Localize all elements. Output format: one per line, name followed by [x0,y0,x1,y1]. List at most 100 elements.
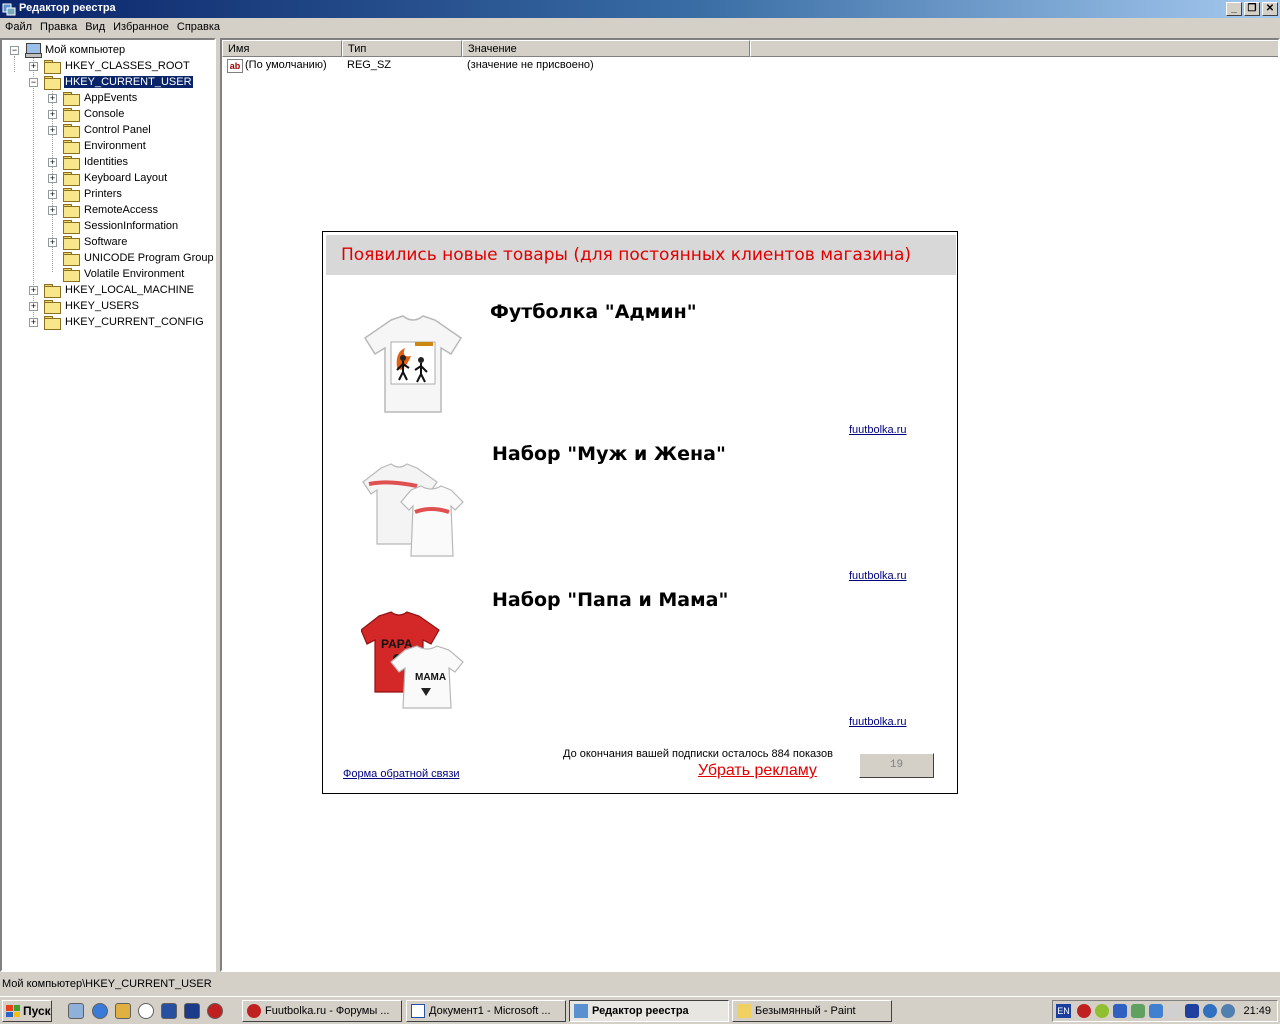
tray-network-icon[interactable] [1113,1004,1127,1018]
task-label: Редактор реестра [592,1005,689,1017]
expand-icon[interactable]: + [29,301,38,311]
tree-item-appevents[interactable]: + AppEvents [48,90,138,106]
expand-icon[interactable]: + [48,173,57,183]
language-indicator[interactable]: EN [1056,1004,1071,1018]
task-opera-forum[interactable]: Fuutbolka.ru - Форумы ... [242,1000,402,1022]
tree-label: HKEY_CURRENT_CONFIG [65,316,204,328]
task-regedit[interactable]: Редактор реестра [569,1000,729,1022]
product-title[interactable]: Набор "Муж и Жена" [492,443,726,465]
tray-display-icon[interactable] [1149,1004,1163,1018]
expand-icon[interactable]: + [48,93,57,103]
tree-item-console[interactable]: + Console [48,106,125,122]
restore-button[interactable]: ❐ [1244,2,1260,16]
menu-edit[interactable]: Правка [38,18,83,38]
tray-info-icon[interactable] [1203,1004,1217,1018]
expand-icon[interactable]: + [29,285,38,295]
folder-icon [63,204,80,218]
value-type: REG_SZ [347,59,392,71]
tree-item-printers[interactable]: + Printers [48,186,123,202]
tree-item-control-panel[interactable]: + Control Panel [48,122,152,138]
menu-bar: Файл Правка Вид Избранное Справка [0,18,1280,38]
feedback-form-link[interactable]: Форма обратной связи [343,768,460,780]
column-header-value[interactable]: Значение [462,40,750,57]
task-paint[interactable]: Безымянный - Paint [732,1000,892,1022]
taskbar: Пуск Fuutbolka.ru - Форумы ... Документ1… [0,996,1280,1024]
tree-item-hkey-current-user[interactable]: − HKEY_CURRENT_USER [29,74,194,90]
tree-item-volatile-environment[interactable]: Volatile Environment [48,266,185,282]
menu-favorites[interactable]: Избранное [111,18,175,38]
quicklaunch-ie-icon[interactable] [92,1003,108,1019]
task-word-document[interactable]: Документ1 - Microsoft ... [406,1000,566,1022]
folder-icon [63,156,80,170]
expand-icon[interactable]: + [48,237,57,247]
folder-icon [63,124,80,138]
tree-item-environment[interactable]: Environment [48,138,147,154]
folder-icon [63,236,80,250]
tree-label: Мой компьютер [45,44,126,56]
column-header-type[interactable]: Тип [342,40,462,57]
string-value-icon: ab [227,59,243,73]
system-tray: EN 21:49 [1052,1000,1278,1022]
tree-item-sessioninformation[interactable]: SessionInformation [48,218,179,234]
tray-bluetooth-icon[interactable] [1185,1004,1199,1018]
quicklaunch-save-icon[interactable] [184,1003,200,1019]
registry-tree[interactable]: − Мой компьютер + HKEY_CLASSES_ROOT − HK… [0,38,216,972]
expand-icon[interactable]: + [48,189,57,199]
tree-label: HKEY_CLASSES_ROOT [65,60,190,72]
folder-icon [44,60,61,74]
quicklaunch-word-icon[interactable] [161,1003,177,1019]
product-title[interactable]: Набор "Папа и Мама" [492,589,728,611]
tree-item-hkey-local-machine[interactable]: + HKEY_LOCAL_MACHINE [29,282,195,298]
collapse-icon[interactable]: − [29,77,38,87]
close-button[interactable]: ✕ [1262,2,1278,16]
tray-update-icon[interactable] [1221,1004,1235,1018]
start-button[interactable]: Пуск [2,1000,52,1022]
expand-icon[interactable]: + [48,109,57,119]
tray-opera-icon[interactable] [1077,1004,1091,1018]
shop-link[interactable]: fuutbolka.ru [849,570,906,582]
tray-app-icon[interactable] [1131,1004,1145,1018]
quicklaunch-opera-icon[interactable] [207,1003,223,1019]
menu-help[interactable]: Справка [175,18,226,38]
remove-ad-link[interactable]: Убрать рекламу [698,762,817,780]
clock[interactable]: 21:49 [1243,1005,1271,1017]
tree-label: Keyboard Layout [84,172,168,184]
tree-item-hkey-current-config[interactable]: + HKEY_CURRENT_CONFIG [29,314,205,330]
expand-icon[interactable]: + [48,157,57,167]
expand-icon[interactable]: + [29,61,38,71]
quicklaunch-explorer-icon[interactable] [68,1003,84,1019]
product-title[interactable]: Футболка "Админ" [490,301,697,323]
tree-item-my-computer[interactable]: − Мой компьютер [10,42,126,58]
status-bar: Мой компьютер\HKEY_CURRENT_USER [0,976,1280,994]
tshirt-admin-image[interactable] [361,312,465,416]
column-header-name[interactable]: Имя [222,40,342,57]
tree-item-hkey-users[interactable]: + HKEY_USERS [29,298,140,314]
task-label: Документ1 - Microsoft ... [429,1005,551,1017]
value-name[interactable]: (По умолчанию) [245,59,327,75]
expand-icon[interactable]: + [48,125,57,135]
tray-antivirus-icon[interactable] [1095,1004,1109,1018]
quicklaunch-media-icon[interactable] [138,1003,154,1019]
tree-item-software[interactable]: + Software [48,234,128,250]
tshirt-set-husband-wife-image[interactable] [361,460,465,564]
tray-volume-icon[interactable] [1167,1004,1181,1018]
collapse-icon[interactable]: − [10,45,19,55]
shop-link[interactable]: fuutbolka.ru [849,716,906,728]
quicklaunch-tool-icon[interactable] [115,1003,131,1019]
tree-item-unicode-program-groups[interactable]: UNICODE Program Groups [48,250,214,266]
tree-label: Printers [84,188,122,200]
title-bar[interactable]: Редактор реестра _ ❐ ✕ [0,0,1280,18]
tshirt-set-papa-mama-image[interactable]: PAPA МАМА [361,608,465,712]
menu-view[interactable]: Вид [83,18,111,38]
minimize-button[interactable]: _ [1226,2,1242,16]
expand-icon[interactable]: + [29,317,38,327]
menu-file[interactable]: Файл [3,18,38,38]
tree-item-hkey-classes-root[interactable]: + HKEY_CLASSES_ROOT [29,58,191,74]
shop-link[interactable]: fuutbolka.ru [849,424,906,436]
tree-item-identities[interactable]: + Identities [48,154,129,170]
tree-label: HKEY_LOCAL_MACHINE [65,284,194,296]
expand-icon[interactable]: + [48,205,57,215]
tree-item-keyboard-layout[interactable]: + Keyboard Layout [48,170,168,186]
tree-item-remoteaccess[interactable]: + RemoteAccess [48,202,159,218]
close-countdown-button[interactable]: 19 [859,753,934,778]
